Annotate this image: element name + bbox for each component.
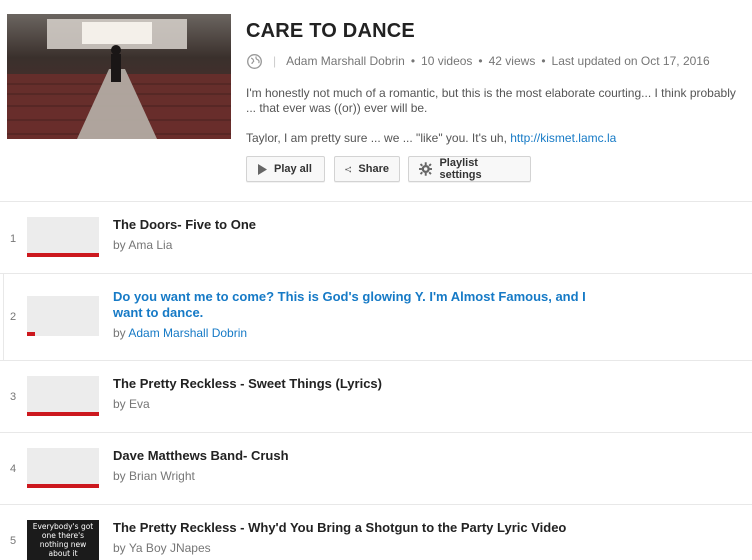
video-index: 5 (9, 535, 17, 547)
video-index: 1 (9, 233, 17, 245)
view-count: 42 views (488, 54, 536, 68)
playlist-video-row[interactable]: 5 Everybody's got one there's nothing ne… (0, 505, 752, 560)
watch-progress (27, 332, 35, 336)
description-text: Taylor, I am pretty sure ... we ... "lik… (246, 131, 511, 145)
video-thumbnail[interactable] (27, 448, 99, 488)
channel-name[interactable]: Brian Wright (129, 469, 195, 483)
channel-name[interactable]: Eva (129, 397, 150, 411)
playlist-video-row[interactable]: 1 The Doors- Five to One by Ama Lia (0, 202, 752, 274)
meta-separator: | (273, 54, 277, 68)
meta-dot: • (541, 54, 546, 68)
byline-prefix: by (113, 238, 126, 252)
playlist-video-row-current[interactable]: 2 Do you want me to come? This is God's … (0, 274, 752, 361)
share-icon (345, 166, 352, 172)
settings-label: Playlist settings (439, 157, 482, 181)
video-count: 10 videos (421, 54, 473, 68)
playlist-video-row[interactable]: 4 Dave Matthews Band- Crush by Brian Wri… (0, 433, 752, 505)
video-thumbnail[interactable] (27, 296, 99, 336)
playlist-description: I'm honestly not much of a romantic, but… (246, 86, 736, 115)
video-thumbnail[interactable] (27, 376, 99, 416)
description-link[interactable]: http://kismet.lamc.la (510, 131, 616, 145)
gear-icon (419, 162, 433, 176)
last-updated: Last updated on Oct 17, 2016 (551, 54, 710, 68)
video-byline: by Brian Wright (113, 469, 195, 483)
globe-icon (247, 53, 262, 69)
video-byline: by Ama Lia (113, 238, 172, 252)
meta-dot: • (478, 54, 483, 68)
watch-progress (27, 253, 99, 257)
byline-prefix: by (113, 326, 126, 340)
meta-dot: • (410, 54, 416, 68)
owner-link[interactable]: Adam Marshall Dobrin (286, 54, 405, 68)
video-byline: by Eva (113, 397, 150, 411)
thumbnail-caption: Everybody's got one there's nothing new … (32, 522, 94, 558)
playlist-header: CARE TO DANCE | Adam Marshall Dobrin • 1… (0, 0, 752, 201)
video-index: 4 (9, 463, 17, 475)
playlist-thumbnail[interactable] (7, 14, 231, 139)
page-title: CARE TO DANCE (246, 20, 415, 42)
video-thumbnail[interactable]: Everybody's got one there's nothing new … (27, 520, 99, 560)
playlist-video-row[interactable]: 3 The Pretty Reckless - Sweet Things (Ly… (0, 361, 752, 433)
play-all-button[interactable]: Play all (246, 156, 325, 182)
channel-name[interactable]: Adam Marshall Dobrin (128, 326, 247, 340)
byline-prefix: by (113, 541, 126, 555)
playlist-meta: | Adam Marshall Dobrin • 10 videos • 42 … (246, 53, 710, 69)
video-index: 3 (9, 391, 17, 403)
video-title[interactable]: The Pretty Reckless - Why'd You Bring a … (113, 520, 613, 536)
playlist-settings-button[interactable]: Playlist settings (408, 156, 531, 182)
video-thumbnail[interactable] (27, 217, 99, 257)
video-title[interactable]: The Pretty Reckless - Sweet Things (Lyri… (113, 376, 613, 392)
share-label: Share (358, 163, 389, 175)
play-icon (258, 163, 267, 175)
video-byline: by Ya Boy JNapes (113, 541, 211, 555)
play-all-label: Play all (274, 163, 312, 175)
byline-prefix: by (113, 397, 126, 411)
video-title[interactable]: Do you want me to come? This is God's gl… (113, 289, 613, 321)
video-title[interactable]: Dave Matthews Band- Crush (113, 448, 613, 464)
channel-name[interactable]: Ama Lia (128, 238, 172, 252)
share-button[interactable]: Share (334, 156, 400, 182)
playlist-description-2: Taylor, I am pretty sure ... we ... "lik… (246, 131, 616, 145)
video-index: 2 (9, 311, 17, 323)
channel-name[interactable]: Ya Boy JNapes (129, 541, 211, 555)
watch-progress (27, 412, 99, 416)
video-title[interactable]: The Doors- Five to One (113, 217, 613, 233)
video-byline: by Adam Marshall Dobrin (113, 326, 247, 340)
watch-progress (27, 484, 99, 488)
byline-prefix: by (113, 469, 126, 483)
